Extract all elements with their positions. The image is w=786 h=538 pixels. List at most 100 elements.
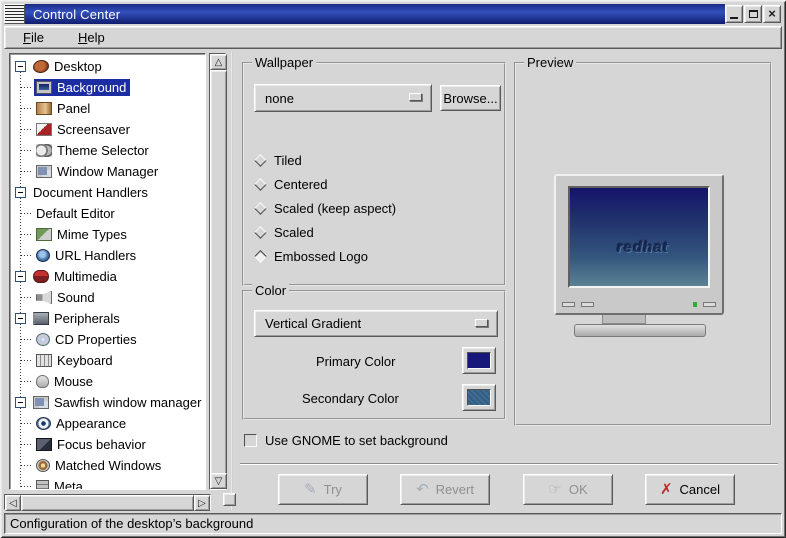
scroll-up-icon[interactable]: △ bbox=[210, 54, 227, 70]
pane-resize-grip[interactable] bbox=[223, 493, 236, 506]
tree-item-content: Appearance bbox=[34, 415, 130, 432]
color-legend: Color bbox=[252, 283, 289, 298]
tree-item-label: Screensaver bbox=[57, 122, 130, 137]
button-label: Revert bbox=[436, 482, 474, 497]
tree-item-matched-windows[interactable]: Matched Windows bbox=[10, 455, 205, 476]
secondary-color-button[interactable] bbox=[462, 384, 496, 411]
primary-color-button[interactable] bbox=[462, 347, 496, 374]
tree-branch-line bbox=[21, 360, 32, 361]
radio-unselected-icon[interactable] bbox=[254, 154, 267, 167]
tree-item-label: Focus behavior bbox=[57, 437, 146, 452]
minimize-button[interactable] bbox=[725, 5, 743, 23]
tree-item-content: Mime Types bbox=[34, 226, 131, 243]
cancel-button[interactable]: ✗Cancel bbox=[645, 474, 735, 505]
vertical-scroll-thumb[interactable] bbox=[210, 70, 227, 475]
tree-item-content: URL Handlers bbox=[34, 247, 140, 264]
tree-item-multimedia[interactable]: Multimedia bbox=[10, 266, 205, 287]
horizontal-scroll-thumb[interactable] bbox=[21, 495, 194, 511]
tree-item-meta[interactable]: Meta bbox=[10, 476, 205, 490]
wallpaper-dropdown[interactable]: none bbox=[254, 84, 432, 112]
tree-item-content: Background bbox=[34, 79, 130, 96]
radio-unselected-icon[interactable] bbox=[254, 226, 267, 239]
radio-selected-icon[interactable] bbox=[254, 250, 267, 263]
close-button[interactable]: × bbox=[763, 5, 781, 23]
tree-item-cd-properties[interactable]: CD Properties bbox=[10, 329, 205, 350]
tree-item-window-manager[interactable]: Window Manager bbox=[10, 161, 205, 182]
radio-label: Tiled bbox=[274, 153, 302, 168]
control-center-window: Control Center × File Help Desktop Backgro… bbox=[0, 0, 786, 538]
try-button[interactable]: ✎Try bbox=[278, 474, 368, 505]
button-label: Cancel bbox=[680, 482, 720, 497]
try-stamp-icon: ✎ bbox=[304, 483, 317, 497]
tree-item-mouse[interactable]: Mouse bbox=[10, 371, 205, 392]
radio-unselected-icon[interactable] bbox=[254, 178, 267, 191]
gradient-type-value: Vertical Gradient bbox=[265, 316, 361, 331]
tree-item-keyboard[interactable]: Keyboard bbox=[10, 350, 205, 371]
tree-item-theme-selector[interactable]: Theme Selector bbox=[10, 140, 205, 161]
tree-item-label: Mouse bbox=[54, 374, 93, 389]
use-gnome-checkbox[interactable] bbox=[244, 434, 257, 447]
radio-scaled-keep-aspect-[interactable]: Scaled (keep aspect) bbox=[254, 196, 396, 220]
tree-item-content: Sawfish window manager bbox=[31, 394, 205, 411]
tree-item-desktop[interactable]: Desktop bbox=[10, 56, 205, 77]
radio-embossed-logo[interactable]: Embossed Logo bbox=[254, 244, 396, 268]
tree-item-peripherals[interactable]: Peripherals bbox=[10, 308, 205, 329]
window-manager-icon bbox=[36, 165, 52, 178]
tree-vertical-scrollbar[interactable]: △ ▽ bbox=[209, 53, 226, 490]
tree-item-background[interactable]: Background bbox=[10, 77, 205, 98]
radio-centered[interactable]: Centered bbox=[254, 172, 396, 196]
statusbar: Configuration of the desktop’s backgroun… bbox=[4, 513, 782, 534]
tree-item-appearance[interactable]: Appearance bbox=[10, 413, 205, 434]
menu-item-help[interactable]: Help bbox=[74, 28, 109, 47]
tree-branch-line bbox=[21, 465, 32, 466]
pane-divider bbox=[231, 52, 233, 510]
titlebar-drag-area[interactable]: Control Center bbox=[25, 4, 725, 24]
tree-item-url-handlers[interactable]: URL Handlers bbox=[10, 245, 205, 266]
tree-item-default-editor[interactable]: Default Editor bbox=[10, 203, 205, 224]
wallpaper-dropdown-value: none bbox=[265, 91, 294, 106]
ok-button[interactable]: ☞OK bbox=[523, 474, 613, 505]
tree-item-content: Mouse bbox=[34, 373, 97, 390]
radio-label: Scaled bbox=[274, 225, 314, 240]
tree-branch-line bbox=[21, 255, 32, 256]
tree-item-content: Keyboard bbox=[34, 352, 117, 369]
radio-unselected-icon[interactable] bbox=[254, 202, 267, 215]
tree-item-screensaver[interactable]: Screensaver bbox=[10, 119, 205, 140]
scroll-right-icon[interactable]: ▷ bbox=[194, 495, 210, 511]
keyboard-icon bbox=[36, 354, 52, 367]
tree-item-label: Background bbox=[57, 80, 126, 95]
scroll-left-icon[interactable]: ◁ bbox=[5, 495, 21, 511]
peripherals-icon bbox=[33, 312, 49, 325]
tree-horizontal-scrollbar[interactable]: ◁ ▷ bbox=[4, 494, 211, 510]
menu-item-file[interactable]: File bbox=[19, 28, 48, 47]
monitor-base bbox=[574, 324, 706, 337]
tree-item-label: Desktop bbox=[54, 59, 102, 74]
tree-item-sound[interactable]: Sound bbox=[10, 287, 205, 308]
tree-item-content: Window Manager bbox=[34, 163, 162, 180]
tree-collapse-icon[interactable] bbox=[15, 271, 26, 282]
dropdown-indicator-icon bbox=[475, 319, 488, 327]
tree-collapse-icon[interactable] bbox=[15, 397, 26, 408]
preview-legend: Preview bbox=[524, 55, 576, 70]
tree-item-label: Peripherals bbox=[54, 311, 120, 326]
tree-collapse-icon[interactable] bbox=[15, 187, 26, 198]
tree-item-mime-types[interactable]: Mime Types bbox=[10, 224, 205, 245]
tree-item-focus-behavior[interactable]: Focus behavior bbox=[10, 434, 205, 455]
tree-collapse-icon[interactable] bbox=[15, 61, 26, 72]
revert-button[interactable]: ↶Revert bbox=[400, 474, 490, 505]
tree-item-content: Matched Windows bbox=[34, 457, 165, 474]
window-menu-icon[interactable] bbox=[4, 4, 25, 24]
browse-button[interactable]: Browse... bbox=[440, 85, 501, 111]
radio-tiled[interactable]: Tiled bbox=[254, 148, 396, 172]
tree-item-document-handlers[interactable]: Document Handlers bbox=[10, 182, 205, 203]
scroll-down-icon[interactable]: ▽ bbox=[210, 473, 227, 489]
primary-color-swatch bbox=[467, 352, 491, 369]
window-title: Control Center bbox=[33, 7, 120, 22]
tree-collapse-icon[interactable] bbox=[15, 313, 26, 324]
tree-item-panel[interactable]: Panel bbox=[10, 98, 205, 119]
maximize-button[interactable] bbox=[744, 5, 762, 23]
meta-icon bbox=[36, 480, 49, 490]
gradient-type-dropdown[interactable]: Vertical Gradient bbox=[254, 310, 498, 337]
tree-item-sawfish-window-manager[interactable]: Sawfish window manager bbox=[10, 392, 205, 413]
radio-scaled[interactable]: Scaled bbox=[254, 220, 396, 244]
